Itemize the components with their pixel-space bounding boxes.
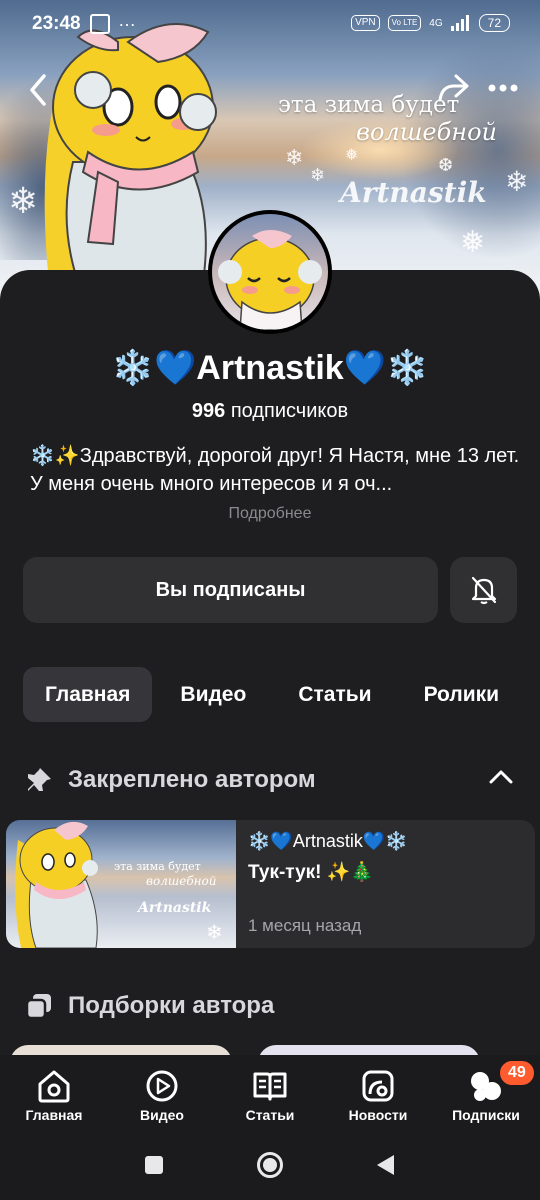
collections-section-title: Подборки автора — [68, 992, 275, 1019]
pinned-post-thumbnail: эта зима будет волшебной Artnastik ❄ — [6, 820, 236, 948]
snowflake-icon: ❅ — [460, 226, 486, 259]
home-icon — [38, 1070, 70, 1103]
notification-app-icon — [90, 14, 110, 34]
snowflake-icon: ❆ — [438, 155, 454, 175]
tab-articles[interactable]: Статьи — [268, 667, 393, 722]
status-time: 23:48 — [32, 13, 81, 34]
pin-icon — [28, 768, 51, 791]
back-triangle-icon[interactable] — [374, 1153, 396, 1177]
bottom-navigation: Главная Видео Статьи Новости Подписки 49 — [0, 1055, 540, 1135]
subscriber-number: 996 — [191, 400, 226, 422]
system-navigation-bar — [0, 1135, 540, 1200]
nav-subscriptions[interactable]: Подписки 49 — [432, 1055, 540, 1135]
home-circle-icon[interactable] — [256, 1151, 284, 1179]
channel-description[interactable]: ❄️✨Здравствуй, дорогой друг! Я Настя, мн… — [30, 442, 520, 498]
news-icon — [362, 1070, 394, 1102]
channel-name: ❄️💙Artnastik💙❄️ — [111, 349, 429, 387]
volte-indicator: Vo LTE — [387, 15, 422, 31]
tab-shorts[interactable]: Ролики — [394, 667, 521, 722]
network-indicator: 4G — [429, 17, 443, 29]
snowflake-icon: ❄ — [310, 165, 326, 185]
nav-news[interactable]: Новости — [324, 1055, 432, 1135]
recent-apps-icon[interactable] — [144, 1155, 164, 1175]
share-icon[interactable] — [436, 70, 470, 106]
nav-video-label: Видео — [140, 1107, 184, 1123]
snowflake-icon: ❄ — [285, 145, 304, 170]
articles-icon — [253, 1072, 287, 1101]
subscriber-count: 996 подписчиков — [0, 400, 540, 423]
back-icon[interactable] — [24, 70, 52, 110]
pinned-section-header: Закреплено автором — [24, 765, 316, 795]
video-icon — [146, 1070, 178, 1102]
status-bar: 23:48 … VPN Vo LTE 4G 72 — [0, 0, 540, 48]
channel-tabs: Главная Видео Статьи Ролики — [23, 667, 521, 722]
nav-subscriptions-label: Подписки — [452, 1107, 520, 1123]
pinned-post-time: 1 месяц назад — [248, 916, 362, 935]
subscribed-button[interactable]: Вы подписаны — [23, 557, 438, 623]
thumbnail-text-line1: эта зима будет — [114, 860, 201, 873]
subscriptions-badge: 49 — [498, 1059, 536, 1087]
nav-home[interactable]: Главная — [0, 1055, 108, 1135]
pinned-section-title: Закреплено автором — [68, 766, 316, 793]
more-link[interactable]: Подробнее — [0, 505, 540, 523]
banner-signature: Artnastik — [340, 176, 487, 209]
more-options-icon[interactable] — [488, 83, 518, 93]
more-notifications-icon: … — [118, 10, 136, 30]
pinned-post-channel: ❄️💙Artnastik💙❄️ — [248, 831, 408, 851]
chevron-up-icon[interactable] — [488, 768, 514, 786]
nav-news-label: Новости — [348, 1107, 408, 1123]
thumbnail-text-line2: волшебной — [146, 874, 217, 888]
thumbnail-signature: Artnastik — [138, 900, 212, 916]
snowflake-icon: ❄ — [505, 166, 529, 197]
character-illustration — [44, 23, 217, 282]
battery-indicator: 72 — [478, 14, 510, 32]
avatar-image — [218, 230, 322, 330]
tab-video[interactable]: Видео — [152, 667, 268, 722]
pinned-post-card[interactable]: эта зима будет волшебной Artnastik ❄ ❄️💙… — [6, 820, 535, 948]
collections-section-header: Подборки автора — [24, 991, 274, 1021]
banner-text-line2: волшебной — [356, 118, 497, 146]
avatar[interactable] — [208, 210, 332, 334]
nav-articles-label: Статьи — [245, 1107, 295, 1123]
collections-icon — [25, 994, 51, 1020]
bell-off-icon — [471, 576, 496, 605]
subscriber-label: подписчиков — [230, 400, 349, 422]
banner-text-line1: эта зима будет — [278, 92, 460, 118]
signal-icon — [450, 15, 469, 31]
snowflake-icon: ❄ — [206, 922, 223, 944]
snowflake-icon: ❅ — [345, 147, 359, 164]
notifications-toggle-button[interactable] — [450, 557, 517, 623]
nav-video[interactable]: Видео — [108, 1055, 216, 1135]
vpn-indicator: VPN — [351, 15, 380, 31]
nav-articles[interactable]: Статьи — [216, 1055, 324, 1135]
pinned-post-title: Тук-тук! ✨🎄 — [248, 862, 375, 883]
nav-home-label: Главная — [25, 1107, 83, 1123]
tab-home[interactable]: Главная — [23, 667, 153, 722]
